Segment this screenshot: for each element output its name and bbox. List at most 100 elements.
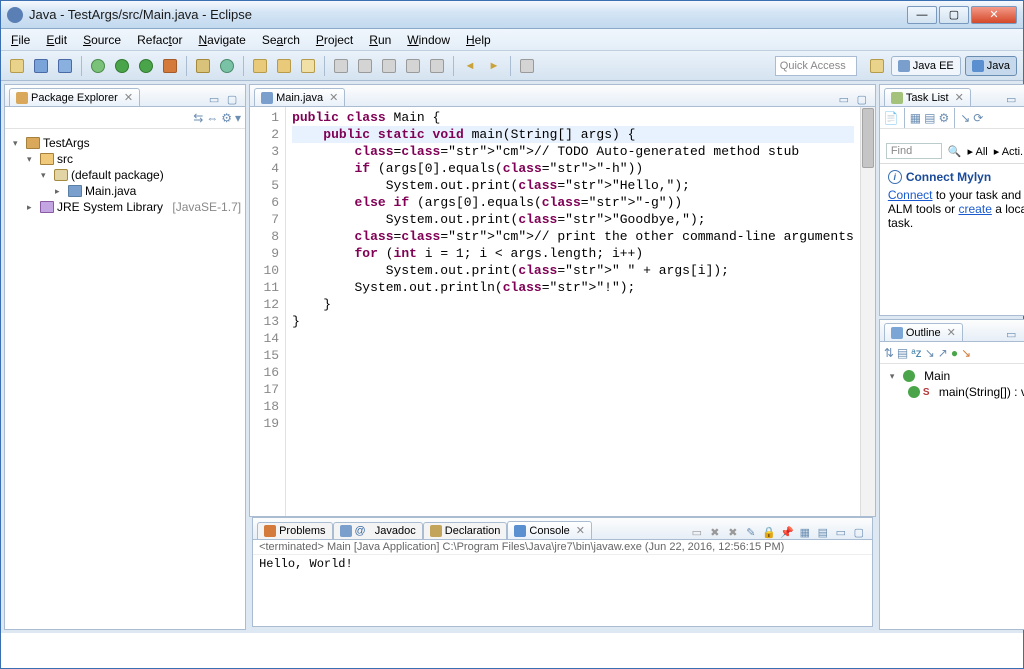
tab-declaration[interactable]: Declaration — [423, 522, 508, 539]
tasklist-categorize-icon[interactable]: ▦ — [910, 111, 921, 125]
menu-refactor[interactable]: Refactor — [137, 33, 182, 47]
tasklist-all-link[interactable]: ▸ All — [968, 145, 988, 158]
package-explorer-tree[interactable]: ▾TestArgs ▾src ▾(default package) ▸Main.… — [5, 129, 245, 221]
tab-main-java[interactable]: Main.java✕ — [254, 88, 345, 106]
tasklist-new-icon[interactable]: 📄 — [884, 111, 899, 125]
tab-javadoc[interactable]: @ Javadoc — [333, 522, 423, 539]
view-menu-icon[interactable]: ▾ — [235, 111, 241, 125]
save-button[interactable] — [31, 56, 51, 76]
annotation-nav-button[interactable] — [355, 56, 375, 76]
tab-problems[interactable]: Problems — [257, 522, 332, 539]
perspective-java[interactable]: Java — [965, 56, 1017, 76]
tasklist-sync-icon[interactable]: ⟳ — [973, 111, 983, 125]
console-remove-all-icon[interactable]: ✖ — [708, 525, 722, 539]
perspective-java-ee[interactable]: Java EE — [891, 56, 961, 76]
new-button[interactable] — [7, 56, 27, 76]
debug-button[interactable] — [88, 56, 108, 76]
tab-package-explorer[interactable]: Package Explorer✕ — [9, 88, 140, 106]
minimize-button[interactable]: — — [907, 6, 937, 24]
package-node: (default package) — [71, 168, 164, 182]
outline-tree[interactable]: ▾ Main S main(String[]) : voi — [880, 364, 1024, 404]
maximize-button[interactable]: ▢ — [939, 6, 969, 24]
editor-scrollbar[interactable] — [860, 107, 875, 516]
menu-file[interactable]: File — [11, 33, 30, 47]
quick-access-input[interactable]: Quick Access — [775, 56, 857, 76]
tasklist-minimize-icon[interactable]: ▭ — [1004, 92, 1018, 106]
open-task-button[interactable] — [274, 56, 294, 76]
close-console-icon[interactable]: ✕ — [576, 524, 585, 537]
maximize-view-icon[interactable]: ▢ — [225, 92, 239, 106]
tab-outline[interactable]: Outline✕ — [884, 323, 963, 341]
menu-help[interactable]: Help — [466, 33, 491, 47]
console-clear-icon[interactable]: ✎ — [744, 525, 758, 539]
console-terminate-icon[interactable]: ✖ — [726, 525, 740, 539]
prev-edit-button[interactable] — [379, 56, 399, 76]
external-tools-button[interactable] — [160, 56, 180, 76]
console-display-icon[interactable]: ▦ — [798, 525, 812, 539]
mylyn-connect-link[interactable]: Connect — [888, 188, 933, 202]
tab-console[interactable]: Console✕ — [507, 521, 592, 539]
toggle-mark-button[interactable] — [331, 56, 351, 76]
console-minimize-icon[interactable]: ▭ — [834, 525, 848, 539]
open-perspective-button[interactable] — [867, 56, 887, 76]
outline-hide-static-icon[interactable]: ᵃz — [911, 346, 921, 360]
pin-button[interactable] — [517, 56, 537, 76]
tasklist-collapse-icon[interactable]: ↘ — [960, 111, 970, 125]
console-pin-icon[interactable]: 📌 — [780, 525, 794, 539]
menu-search[interactable]: Search — [262, 33, 300, 47]
open-type-button[interactable] — [250, 56, 270, 76]
console-open-icon[interactable]: ▤ — [816, 525, 830, 539]
console-scroll-lock-icon[interactable]: 🔒 — [762, 525, 776, 539]
menu-navigate[interactable]: Navigate — [198, 33, 245, 47]
tasklist-schedule-icon[interactable]: ▤ — [924, 111, 935, 125]
menu-window[interactable]: Window — [407, 33, 450, 47]
back-button[interactable]: ◄ — [460, 56, 480, 76]
outline-hide-fields-icon[interactable]: ▤ — [897, 346, 908, 360]
search-icon[interactable]: 🔍 — [948, 145, 962, 158]
outline-minimize-icon[interactable]: ▭ — [1004, 327, 1018, 341]
outline-filter-icon[interactable]: ● — [951, 346, 958, 360]
tasklist-find-input[interactable]: Find — [886, 143, 942, 159]
outline-hide-nonpublic-icon[interactable]: ↘ — [925, 346, 935, 360]
close-tab-icon[interactable]: ✕ — [124, 91, 133, 104]
console-maximize-icon[interactable]: ▢ — [852, 525, 866, 539]
close-outline-icon[interactable]: ✕ — [947, 326, 956, 339]
tab-task-list[interactable]: Task List✕ — [884, 88, 971, 106]
menu-run[interactable]: Run — [369, 33, 391, 47]
outline-method-node: main(String[]) : voi — [939, 385, 1024, 399]
outline-hide-local-icon[interactable]: ↗ — [938, 346, 948, 360]
new-class-button[interactable] — [217, 56, 237, 76]
console-remove-icon[interactable]: ▭ — [690, 525, 704, 539]
tasklist-focus-icon[interactable]: ⚙ — [938, 111, 949, 125]
show-whitespace-button[interactable] — [427, 56, 447, 76]
forward-button[interactable]: ► — [484, 56, 504, 76]
minimize-view-icon[interactable]: ▭ — [207, 92, 221, 106]
run-button[interactable] — [112, 56, 132, 76]
run-last-button[interactable] — [136, 56, 156, 76]
link-editor-icon[interactable]: ⇔ — [206, 111, 218, 125]
search-button[interactable] — [298, 56, 318, 76]
bottom-panel: Problems @ Javadoc Declaration Console✕ … — [252, 517, 873, 627]
filters-icon[interactable]: ⚙ — [221, 111, 232, 125]
minimize-editor-icon[interactable]: ▭ — [837, 92, 851, 106]
new-package-button[interactable] — [193, 56, 213, 76]
menu-edit[interactable]: Edit — [46, 33, 67, 47]
console-output[interactable]: Hello, World! — [253, 555, 872, 573]
save-all-button[interactable] — [55, 56, 75, 76]
outline-sort-icon[interactable]: ⇅ — [884, 346, 894, 360]
code-content[interactable]: public class Main { public static void m… — [286, 107, 860, 516]
menubar: File Edit Source Refactor Navigate Searc… — [1, 29, 1023, 51]
maximize-editor-icon[interactable]: ▢ — [855, 92, 869, 106]
outline-link-icon[interactable]: ↘ — [961, 346, 971, 360]
mylyn-create-link[interactable]: create — [959, 202, 992, 216]
next-edit-button[interactable] — [403, 56, 423, 76]
close-button[interactable]: ✕ — [971, 6, 1017, 24]
close-editor-icon[interactable]: ✕ — [329, 91, 338, 104]
tasklist-activate-link[interactable]: ▸ Acti... — [994, 145, 1024, 158]
class-icon — [903, 370, 915, 382]
collapse-all-icon[interactable]: ⇆ — [193, 111, 203, 125]
code-editor[interactable]: 12345678910111213141516171819 public cla… — [250, 107, 875, 516]
menu-project[interactable]: Project — [316, 33, 353, 47]
menu-source[interactable]: Source — [83, 33, 121, 47]
close-tasklist-icon[interactable]: ✕ — [955, 91, 964, 104]
